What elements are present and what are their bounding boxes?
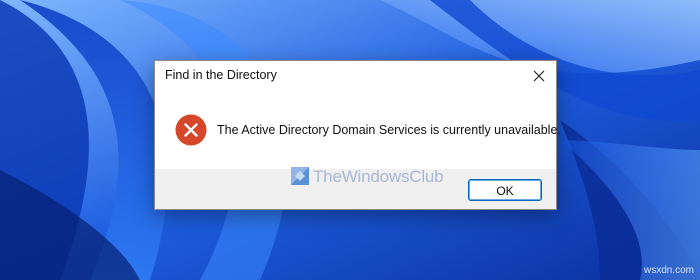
watermark-text: TheWindowsClub — [313, 167, 444, 186]
dialog-titlebar: Find in the Directory — [155, 61, 556, 91]
close-icon — [533, 70, 545, 82]
watermark-logo-icon — [291, 167, 309, 185]
ok-button[interactable]: OK — [468, 179, 542, 201]
error-dialog: Find in the Directory The Active Directo… — [154, 60, 561, 210]
desktop: Find in the Directory The Active Directo… — [0, 0, 700, 280]
close-button[interactable] — [526, 63, 552, 89]
error-icon — [175, 114, 207, 146]
corner-watermark: wsxdn.com — [643, 265, 694, 276]
error-message: The Active Directory Domain Services is … — [217, 123, 561, 137]
dialog-content: The Active Directory Domain Services is … — [155, 91, 561, 171]
dialog-title: Find in the Directory — [165, 68, 277, 82]
